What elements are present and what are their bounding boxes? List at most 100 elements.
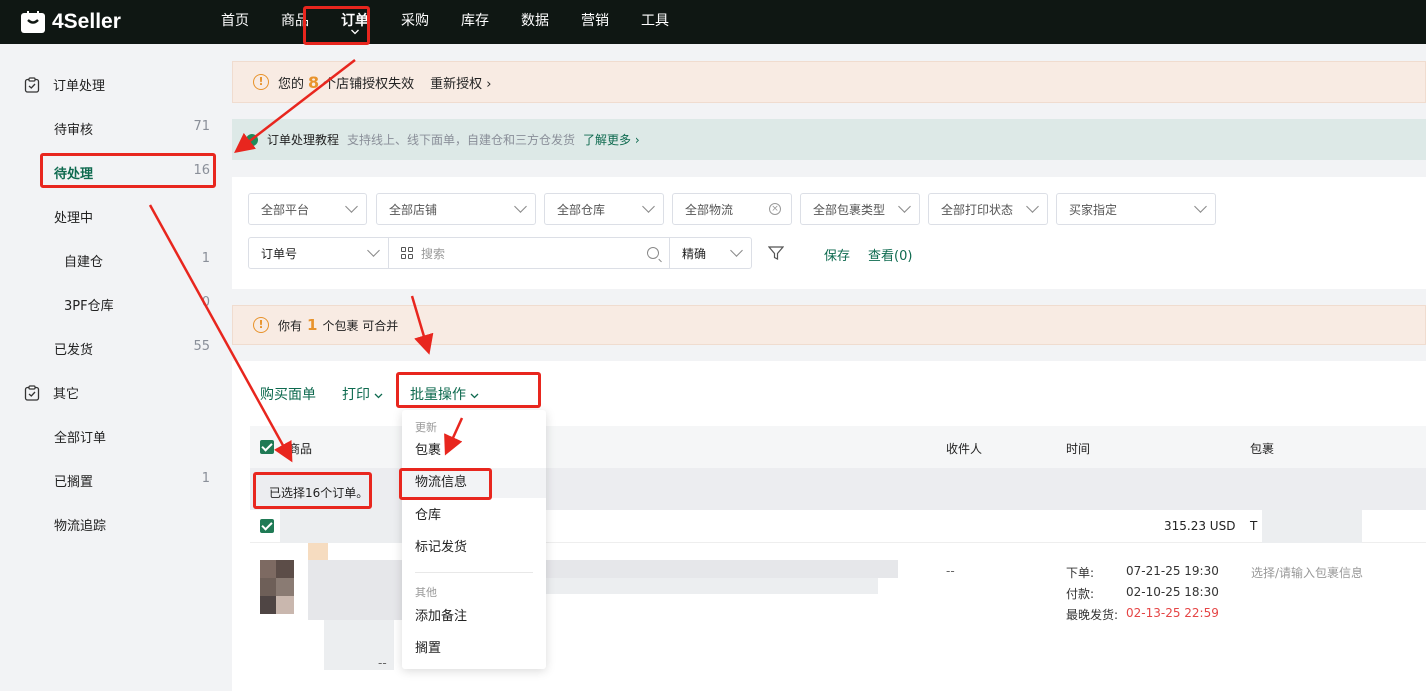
clipboard-check-icon (24, 384, 40, 401)
clear-icon[interactable]: × (769, 203, 781, 215)
menu-group-update: 更新 (415, 421, 437, 434)
order-time-label: 下单: (1066, 566, 1095, 580)
sidebar-item-count: 71 (193, 119, 210, 134)
banner-text-prefix: 您的 (278, 76, 305, 92)
product-image[interactable] (260, 560, 276, 578)
buyer-specified-select[interactable]: 买家指定 (1056, 193, 1216, 225)
nav-marketing[interactable]: 营销 (565, 0, 625, 44)
sidebar-item-count: 1 (201, 251, 210, 266)
search-placeholder: 搜索 (421, 246, 446, 261)
menu-item-package[interactable]: 包裹 (402, 436, 546, 466)
merge-text-suffix[interactable]: 个包裹 可合并 (322, 317, 398, 334)
menu-divider (415, 572, 533, 573)
warehouse-select-value: 全部仓库 (557, 202, 606, 217)
payment-time-value: 02-10-25 18:30 (1126, 585, 1219, 599)
store-select[interactable]: 全部店铺 (376, 193, 536, 225)
menu-item-warehouse[interactable]: 仓库 (402, 501, 546, 531)
view-saved-filters-button[interactable]: 查看(0) (868, 245, 912, 264)
sidebar-item-tracking[interactable]: 物流追踪 (54, 515, 210, 534)
sidebar-group-label: 其它 (53, 387, 80, 402)
chevron-down-icon (898, 200, 911, 213)
nav-inventory[interactable]: 库存 (445, 0, 505, 44)
learn-more-link[interactable]: 了解更多 › (583, 131, 640, 148)
product-image (276, 578, 294, 596)
chevron-down-icon (730, 244, 743, 257)
sidebar-item-label: 物流追踪 (54, 519, 107, 534)
nav-home[interactable]: 首页 (205, 0, 265, 44)
nav-products[interactable]: 商品 (265, 0, 325, 44)
tutorial-banner: 订单处理教程 支持线上、线下面单，自建仓和三方仓发货 了解更多 › (232, 119, 1426, 160)
package-type-select[interactable]: 全部包裹类型 (800, 193, 920, 225)
batch-operations-button[interactable]: 批量操作 (410, 384, 479, 404)
filter-panel: 全部平台 全部店铺 全部仓库 全部物流 × 全部包裹类型 全部打印状态 买家指定 … (232, 177, 1426, 289)
logistics-select[interactable]: 全部物流 × (672, 193, 792, 225)
sidebar-item-count: 1 (201, 471, 210, 486)
platform-select-value: 全部平台 (261, 202, 310, 217)
warehouse-select[interactable]: 全部仓库 (544, 193, 664, 225)
sidebar-item-own-warehouse[interactable]: 自建仓 1 (64, 251, 210, 270)
print-status-select-value: 全部打印状态 (941, 202, 1014, 217)
nav-orders[interactable]: 订单 (325, 0, 385, 44)
sidebar-item-3pf-warehouse[interactable]: 3PF仓库 0 (64, 295, 210, 314)
package-info-link[interactable]: 选择/请输入包裹信息 (1251, 564, 1363, 581)
sidebar-item-pending-review[interactable]: 待审核 71 (54, 119, 210, 138)
ship-deadline-label: 最晚发货: (1066, 608, 1119, 622)
sidebar-item-on-hold[interactable]: 已搁置 1 (54, 471, 210, 490)
platform-select[interactable]: 全部平台 (248, 193, 367, 225)
search-input[interactable]: 搜索 (388, 237, 670, 269)
sidebar-item-to-process[interactable]: 待处理 16 (54, 163, 210, 182)
menu-item-logistics-info[interactable]: 物流信息 (402, 468, 546, 498)
buy-label-button[interactable]: 购买面单 (260, 384, 316, 404)
print-button[interactable]: 打印 (342, 384, 383, 404)
select-all-checkbox[interactable] (260, 440, 274, 454)
sidebar-group-order-processing[interactable]: 订单处理 (24, 75, 105, 94)
nav-data[interactable]: 数据 (505, 0, 565, 44)
nav-tools[interactable]: 工具 (625, 0, 685, 44)
merge-text-prefix: 你有 (278, 318, 303, 333)
payment-time-label: 付款: (1066, 587, 1095, 601)
blurred-product-title-2 (538, 578, 878, 594)
column-header-product: 商品 (288, 442, 313, 456)
sidebar-item-all-orders[interactable]: 全部订单 (54, 427, 210, 446)
menu-item-add-note[interactable]: 添加备注 (402, 602, 546, 632)
reauthorize-link[interactable]: 重新授权 › (430, 73, 491, 92)
order-amount-tail: T (1250, 519, 1258, 533)
clipboard-check-icon (24, 76, 40, 93)
ship-deadline-value: 02-13-25 22:59 (1126, 606, 1219, 620)
chevron-down-icon (642, 200, 655, 213)
match-mode-select[interactable]: 精确 (669, 237, 752, 269)
logo[interactable]: 4Seller (20, 10, 205, 34)
merge-packages-banner: ! 你有 1 个包裹 可合并 (232, 305, 1426, 345)
product-image (276, 596, 294, 614)
menu-item-hold[interactable]: 搁置 (402, 634, 546, 664)
chevron-down-icon (1026, 200, 1039, 213)
package-type-select-value: 全部包裹类型 (813, 202, 886, 217)
logistics-select-value: 全部物流 (685, 202, 734, 217)
menu-group-other: 其他 (415, 586, 437, 599)
search-icon[interactable] (647, 247, 659, 259)
sidebar-item-label: 全部订单 (54, 431, 107, 446)
chevron-down-icon (514, 200, 527, 213)
sidebar-item-label: 3PF仓库 (64, 299, 114, 314)
search-field-select[interactable]: 订单号 (248, 237, 389, 269)
print-status-select[interactable]: 全部打印状态 (928, 193, 1048, 225)
sidebar: 订单处理 待审核 71 待处理 16 处理中 自建仓 1 3PF仓库 0 已发货 55 其… (0, 44, 232, 691)
sidebar-group-other[interactable]: 其它 (24, 383, 79, 402)
order-checkbox[interactable] (260, 519, 274, 533)
sidebar-item-processing[interactable]: 处理中 (54, 207, 210, 226)
nav-purchase[interactable]: 采购 (385, 0, 445, 44)
sidebar-item-count: 16 (193, 163, 210, 178)
chevron-down-icon (351, 29, 359, 35)
menu-item-mark-shipped[interactable]: 标记发货 (402, 533, 546, 563)
sidebar-item-shipped[interactable]: 已发货 55 (54, 339, 210, 358)
column-header-package: 包裹 (1250, 442, 1275, 456)
recipient-value: -- (946, 564, 955, 578)
tutorial-title: 订单处理教程 (267, 133, 340, 147)
chevron-down-icon (374, 393, 383, 399)
sidebar-item-label: 待处理 (54, 167, 94, 182)
save-filter-button[interactable]: 保存 (824, 245, 850, 264)
sidebar-item-label: 待审核 (54, 123, 94, 138)
match-mode-value: 精确 (682, 246, 707, 261)
chevron-down-icon (367, 244, 380, 257)
filter-funnel-icon[interactable] (768, 245, 784, 261)
